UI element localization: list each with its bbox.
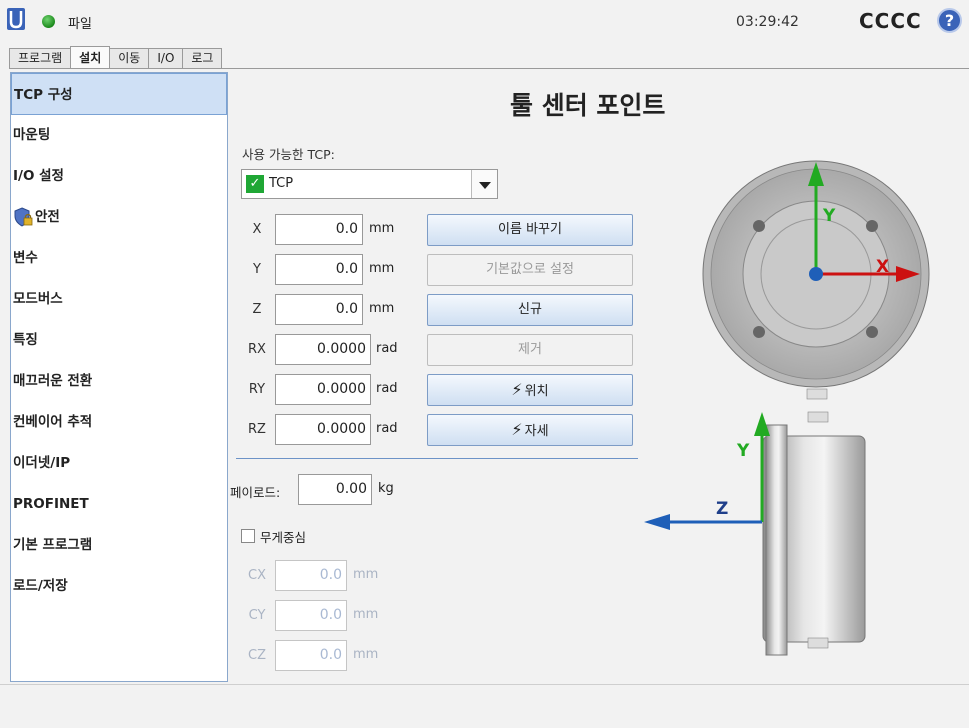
cz-label: CZ [248, 648, 266, 663]
z-unit: mm [369, 301, 395, 316]
rx-unit: rad [376, 341, 398, 356]
position-button[interactable]: ⚡ 위치 [427, 374, 633, 406]
y-label: Y [253, 262, 261, 277]
side-view-axes [644, 412, 770, 530]
magic-wand-icon: ⚡ [511, 420, 523, 439]
sidebar-item-conveyor-tracking[interactable]: 컨베이어 추적 [11, 401, 227, 443]
position-button-label: 위치 [524, 384, 549, 399]
orientation-button[interactable]: ⚡ 자세 [427, 414, 633, 446]
rz-field[interactable]: 0.0000 [275, 414, 371, 445]
sidebar-item-safety[interactable]: 안전 [11, 196, 227, 238]
sidebar-item-variables[interactable]: 변수 [11, 237, 227, 279]
cy-label: CY [248, 608, 266, 623]
x-field[interactable]: 0.0 [275, 214, 363, 245]
sidebar-item-ethernet-ip[interactable]: 이더넷/IP [11, 442, 227, 484]
y-unit: mm [369, 261, 395, 276]
chevron-down-icon[interactable] [471, 170, 497, 198]
cz-field[interactable]: 0.0 [275, 640, 347, 671]
top-x-axis-label: X [876, 257, 889, 277]
shield-lock-icon [14, 207, 33, 227]
bottom-bar [0, 684, 969, 728]
tab-log[interactable]: 로그 [182, 48, 223, 68]
payload-field[interactable]: 0.00 [298, 474, 372, 505]
rename-button[interactable]: 이름 바꾸기 [427, 214, 633, 246]
file-menu[interactable]: 파일 [68, 13, 92, 32]
tool-flange-diagram: Y X Y Z [644, 160, 930, 656]
check-icon: ✓ [246, 175, 264, 193]
side-y-axis-label: Y [736, 441, 750, 461]
cx-field[interactable]: 0.0 [275, 560, 347, 591]
sidebar-item-tcp[interactable]: TCP 구성 [11, 73, 227, 115]
sidebar-item-smooth-transition[interactable]: 매끄러운 전환 [11, 360, 227, 402]
remove-button[interactable]: 제거 [427, 334, 633, 366]
flange-side-view [762, 411, 866, 656]
tcp-dropdown[interactable]: ✓ TCP [241, 169, 498, 199]
sidebar-item-modbus[interactable]: 모드버스 [11, 278, 227, 320]
ur-logo-icon [7, 8, 25, 30]
side-z-axis-label: Z [716, 499, 728, 519]
tab-program[interactable]: 프로그램 [9, 48, 72, 68]
cog-checkbox[interactable] [241, 529, 255, 543]
robot-name: CCCC [859, 9, 922, 33]
clock: 03:29:42 [736, 14, 799, 30]
x-label: X [252, 222, 262, 237]
rz-label: RZ [248, 422, 266, 437]
top-bar: 파일 03:29:42 CCCC ? [0, 0, 969, 46]
orientation-button-label: 자세 [524, 424, 549, 439]
payload-label: 페이로드: [230, 485, 281, 500]
payload-unit: kg [378, 481, 394, 496]
cx-unit: mm [353, 567, 379, 582]
page-title: 툴 센터 포인트 [510, 91, 666, 120]
main-tabs: 프로그램 설치 이동 I/O 로그 [9, 46, 223, 68]
available-tcp-label: 사용 가능한 TCP: [242, 147, 335, 162]
magic-wand-icon: ⚡ [511, 380, 523, 399]
sidebar-item-default-program[interactable]: 기본 프로그램 [11, 524, 227, 566]
y-field[interactable]: 0.0 [275, 254, 363, 285]
cy-field[interactable]: 0.0 [275, 600, 347, 631]
z-field[interactable]: 0.0 [275, 294, 363, 325]
section-divider [236, 458, 638, 459]
ry-unit: rad [376, 381, 398, 396]
z-label: Z [252, 302, 262, 317]
rx-label: RX [248, 342, 266, 357]
x-unit: mm [369, 221, 395, 236]
sidebar-item-features[interactable]: 특징 [11, 319, 227, 361]
top-y-axis-label: Y [822, 206, 836, 226]
cx-label: CX [248, 568, 266, 583]
set-default-button[interactable]: 기본값으로 설정 [427, 254, 633, 286]
ry-field[interactable]: 0.0000 [275, 374, 371, 405]
help-icon[interactable]: ? [937, 8, 962, 33]
sidebar-item-load-save[interactable]: 로드/저장 [11, 565, 227, 607]
tab-move[interactable]: 이동 [109, 48, 150, 68]
cy-unit: mm [353, 607, 379, 622]
new-button[interactable]: 신규 [427, 294, 633, 326]
sidebar-item-io-setup[interactable]: I/O 설정 [11, 155, 227, 197]
installation-sidebar: TCP 구성 마운팅 I/O 설정 안전 변수 모드버스 특징 매끄러운 전환 … [10, 72, 228, 682]
cog-label: 무게중심 [260, 530, 307, 545]
cz-unit: mm [353, 647, 379, 662]
sidebar-item-profinet[interactable]: PROFINET [11, 483, 227, 525]
robot-status-icon[interactable] [42, 15, 55, 28]
sidebar-item-mounting[interactable]: 마운팅 [11, 114, 227, 156]
rx-field[interactable]: 0.0000 [275, 334, 371, 365]
rz-unit: rad [376, 421, 398, 436]
tab-installation[interactable]: 설치 [70, 46, 111, 68]
sidebar-item-label: 안전 [35, 209, 60, 225]
tab-divider [9, 68, 969, 69]
tab-io[interactable]: I/O [148, 48, 184, 68]
ry-label: RY [248, 382, 266, 397]
tcp-dropdown-value: TCP [269, 176, 294, 191]
